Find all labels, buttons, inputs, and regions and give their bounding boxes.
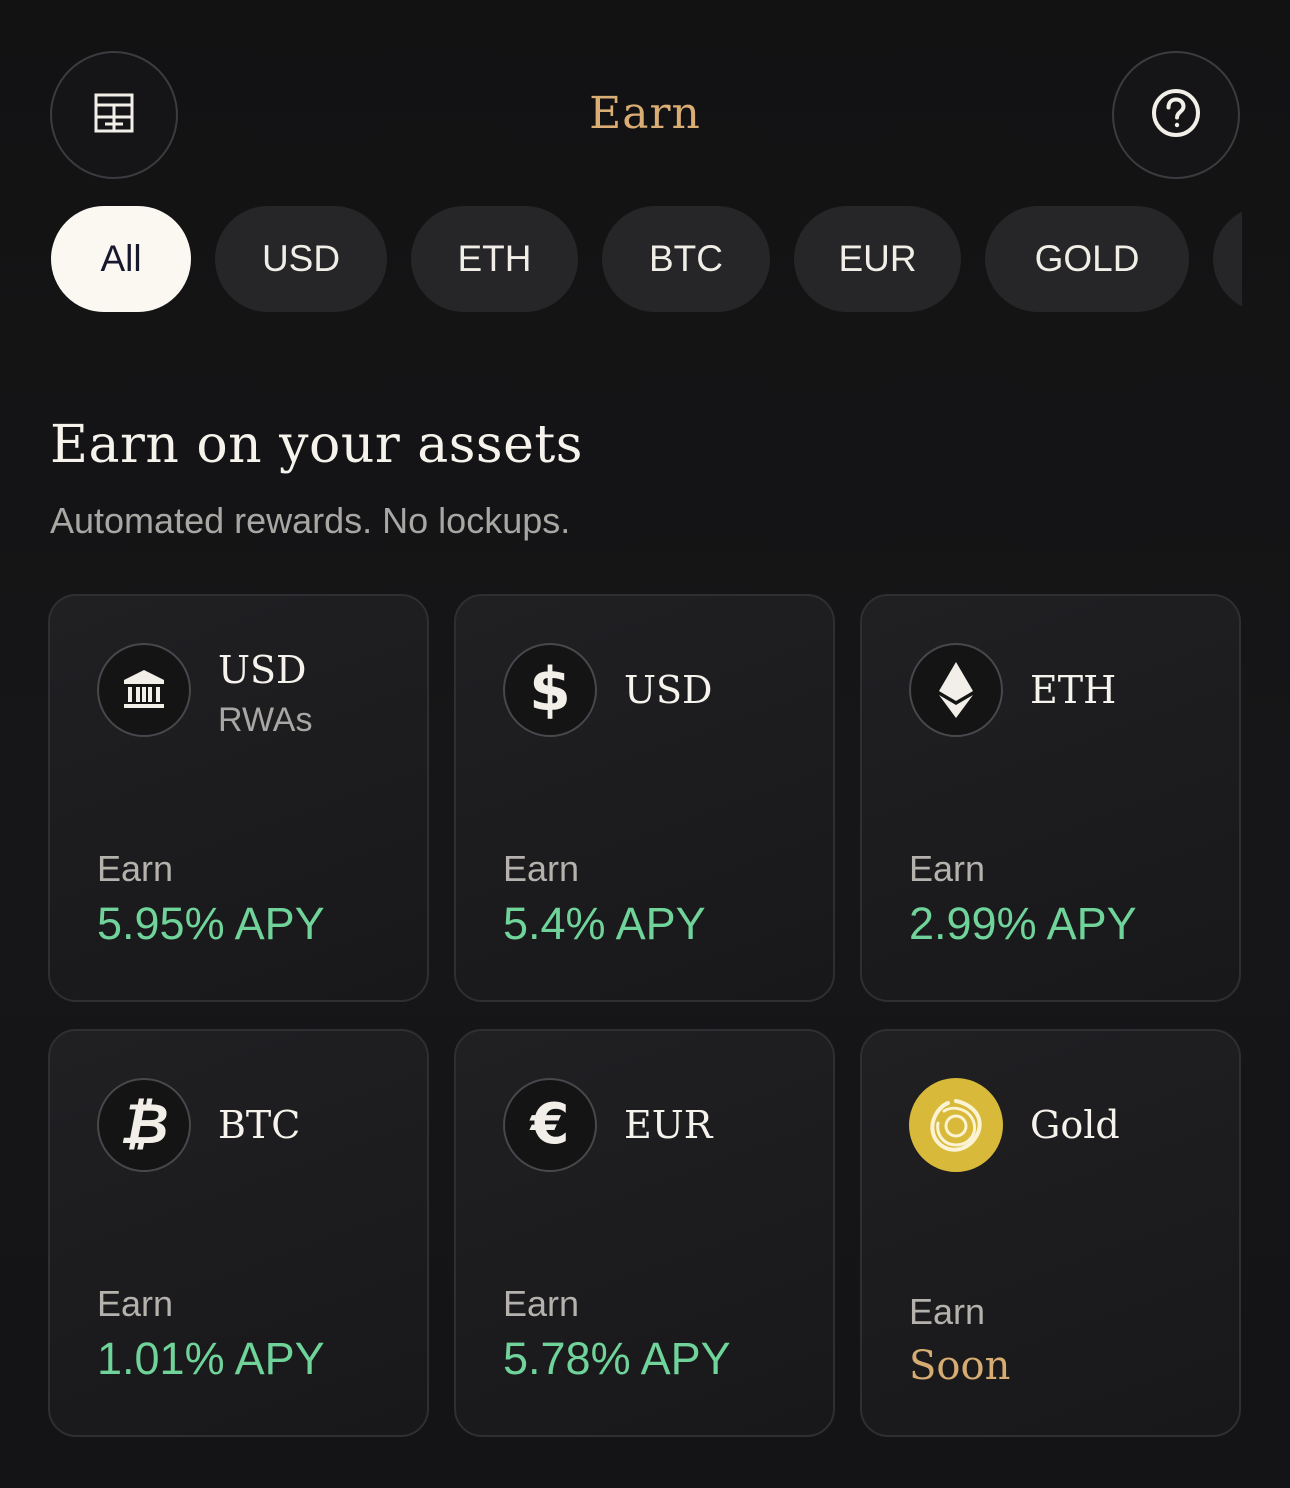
bitcoin-icon: ₿ bbox=[97, 1078, 191, 1172]
asset-name: BTC bbox=[218, 1103, 301, 1147]
card-eth[interactable]: ETH Earn 2.99% APY bbox=[860, 594, 1241, 1002]
asset-name: USD bbox=[624, 668, 713, 712]
earn-label: Earn bbox=[909, 1291, 986, 1332]
page-title: Earn bbox=[589, 88, 701, 139]
soon-label: Soon bbox=[909, 1343, 1011, 1389]
card-btc[interactable]: ₿ BTC Earn 1.01% APY bbox=[48, 1029, 429, 1437]
earn-label: Earn bbox=[97, 1283, 174, 1324]
chip-all[interactable]: All bbox=[51, 206, 191, 312]
asset-name: USD bbox=[218, 648, 307, 692]
chip-more[interactable] bbox=[1213, 206, 1242, 312]
card-usd[interactable]: $ USD Earn 5.4% APY bbox=[454, 594, 835, 1002]
chip-eur[interactable]: EUR bbox=[794, 206, 961, 312]
apy-rate: 1.01% APY bbox=[97, 1333, 325, 1384]
card-gold[interactable]: Gold Earn Soon bbox=[860, 1029, 1241, 1437]
apy-rate: 5.4% APY bbox=[503, 898, 706, 949]
card-usd-rwas[interactable]: USD RWAs Earn 5.95% APY bbox=[48, 594, 429, 1002]
card-eur[interactable]: € EUR Earn 5.78% APY bbox=[454, 1029, 835, 1437]
asset-subtitle: RWAs bbox=[218, 701, 313, 739]
header: Earn bbox=[0, 0, 1290, 200]
section-subtitle: Automated rewards. No lockups. bbox=[50, 500, 571, 541]
ethereum-icon bbox=[909, 643, 1003, 737]
question-circle-icon bbox=[1150, 87, 1202, 144]
chip-btc[interactable]: BTC bbox=[602, 206, 770, 312]
earn-label: Earn bbox=[97, 848, 174, 889]
asset-name: ETH bbox=[1030, 668, 1117, 712]
earn-label: Earn bbox=[503, 848, 580, 889]
chip-eth[interactable]: ETH bbox=[411, 206, 578, 312]
dollar-icon: $ bbox=[503, 643, 597, 737]
help-button[interactable] bbox=[1112, 51, 1240, 179]
euro-icon: € bbox=[503, 1078, 597, 1172]
apy-rate: 2.99% APY bbox=[909, 898, 1137, 949]
earn-label: Earn bbox=[503, 1283, 580, 1324]
bank-icon bbox=[97, 643, 191, 737]
earn-label: Earn bbox=[909, 848, 986, 889]
section-title: Earn on your assets bbox=[50, 415, 583, 475]
apy-rate: 5.78% APY bbox=[503, 1333, 731, 1384]
asset-name: Gold bbox=[1030, 1103, 1120, 1147]
chip-usd[interactable]: USD bbox=[215, 206, 387, 312]
gold-coin-icon bbox=[909, 1078, 1003, 1172]
filter-chips: All USD ETH BTC EUR GOLD bbox=[51, 206, 1242, 312]
apy-rate: 5.95% APY bbox=[97, 898, 325, 949]
chip-gold[interactable]: GOLD bbox=[985, 206, 1189, 312]
asset-name: EUR bbox=[624, 1103, 713, 1147]
